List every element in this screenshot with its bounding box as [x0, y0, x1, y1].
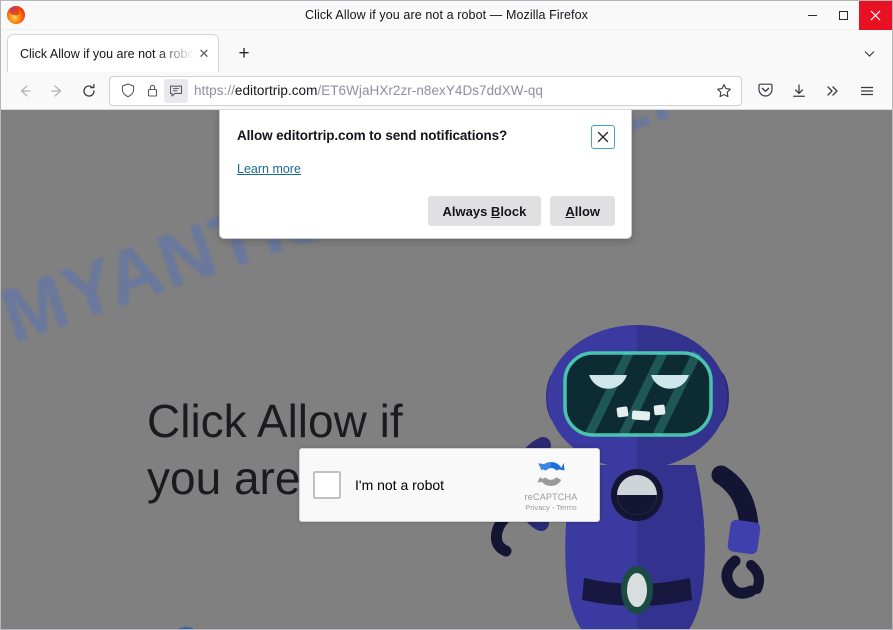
toolbar-right-buttons — [748, 76, 884, 106]
recaptcha-widget[interactable]: I'm not a robot reCAPTCHA Privacy - Term… — [299, 448, 600, 522]
window-controls — [797, 0, 892, 30]
reload-button-icon[interactable] — [73, 76, 105, 106]
recaptcha-brand-label: reCAPTCHA — [524, 492, 578, 502]
forward-button-icon[interactable] — [41, 76, 73, 106]
learn-more-link[interactable]: Learn more — [237, 162, 301, 176]
dialog-close-icon[interactable] — [591, 125, 615, 149]
site-permissions-icon[interactable] — [164, 78, 188, 103]
browser-window: Click Allow if you are not a robot — Moz… — [0, 0, 893, 630]
lock-icon[interactable] — [140, 79, 164, 103]
new-tab-button[interactable]: + — [229, 38, 259, 68]
bookmark-star-icon[interactable] — [711, 78, 737, 104]
page-content: MYANTISPYWARE.COM — [1, 110, 892, 629]
firefox-logo-icon — [7, 6, 25, 24]
recaptcha-legal-links[interactable]: Privacy - Terms — [525, 503, 577, 512]
dialog-header: Allow editortrip.com to send notificatio… — [237, 125, 615, 149]
back-button-icon[interactable] — [9, 76, 41, 106]
url-text[interactable]: https://editortrip.com/ET6WjaHXr2zr-n8ex… — [188, 83, 711, 98]
ecaptcha-badge: E-CAPTCHA — [153, 622, 219, 629]
list-all-tabs-icon[interactable] — [856, 40, 882, 66]
browser-tab[interactable]: Click Allow if you are not a robot ✕ — [7, 34, 219, 72]
dialog-title: Allow editortrip.com to send notificatio… — [237, 128, 508, 143]
pocket-icon[interactable] — [748, 76, 782, 106]
allow-button[interactable]: Allow — [550, 196, 615, 226]
overflow-chevrons-icon[interactable] — [816, 76, 850, 106]
title-bar: Click Allow if you are not a robot — Moz… — [1, 0, 892, 30]
downloads-icon[interactable] — [782, 76, 816, 106]
tab-close-icon[interactable]: ✕ — [194, 44, 214, 64]
minimize-button[interactable] — [797, 1, 828, 30]
address-bar[interactable]: https://editortrip.com/ET6WjaHXr2zr-n8ex… — [109, 75, 742, 106]
recaptcha-branding: reCAPTCHA Privacy - Terms — [514, 458, 588, 512]
always-block-button[interactable]: Always Block — [427, 196, 542, 226]
dialog-actions: Always Block Allow — [237, 196, 615, 226]
maximize-button[interactable] — [828, 1, 859, 30]
close-window-button[interactable] — [859, 0, 892, 30]
app-menu-hamburger-icon[interactable] — [850, 76, 884, 106]
recaptcha-checkbox[interactable] — [313, 471, 341, 499]
recaptcha-label: I'm not a robot — [355, 477, 445, 493]
notification-permission-dialog: Allow editortrip.com to send notificatio… — [219, 110, 632, 239]
ecaptcha-logo-icon — [177, 627, 195, 629]
recaptcha-logo-icon — [537, 462, 565, 486]
navigation-toolbar: https://editortrip.com/ET6WjaHXr2zr-n8ex… — [1, 72, 892, 110]
shield-icon[interactable] — [116, 79, 140, 103]
tab-title: Click Allow if you are not a robot — [20, 46, 194, 61]
window-title: Click Allow if you are not a robot — Moz… — [304, 8, 589, 22]
tab-strip: Click Allow if you are not a robot ✕ + — [1, 30, 892, 72]
